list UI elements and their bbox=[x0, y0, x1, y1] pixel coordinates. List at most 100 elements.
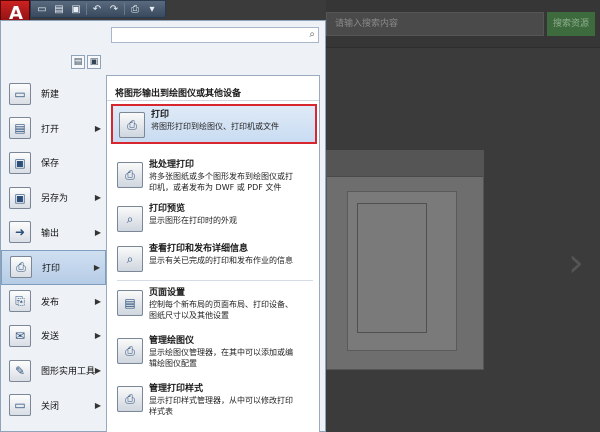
new-drawing-icon: ▭ bbox=[9, 82, 31, 105]
nav-item-2[interactable]: ▣ 保存 bbox=[1, 146, 106, 181]
chevron-down-icon[interactable]: ▾ bbox=[145, 3, 159, 15]
nav-item-9[interactable]: ▭ 关闭 ▶ bbox=[1, 388, 106, 423]
submenu-item-title: 管理绘图仪 bbox=[149, 336, 195, 346]
submenu-item-description: 显示绘图仪管理器，在其中可以添加或编 bbox=[149, 348, 293, 357]
submenu-item-1[interactable]: ⎙ 批处理打印 将多张图纸或多个图形发布到绘图仪或打 印机，或者发布为 DWF 或 P… bbox=[111, 156, 317, 196]
undo-icon[interactable]: ↶ bbox=[90, 3, 104, 15]
application-menu-nav: ▭ 新建 ▤ 打开 ▶ ▣ 保存 ▣ 另存为 ▶ ➜ 输出 ▶ ⎙ 打印 ▶ ⎘ 发布 ▶ ✉ 发送 ▶ ✎ 图形实用工具 ▶ ▭… bbox=[1, 77, 106, 423]
redo-icon[interactable]: ↷ bbox=[107, 3, 121, 15]
chevron-right-icon: ▶ bbox=[94, 331, 101, 341]
submenu-item-0[interactable]: ⎙ 打印 将图形打印到绘图仪、打印机或文件 bbox=[111, 104, 317, 144]
submenu-item-text: 查看打印和发布详细信息 显示有关已完成的打印和发布作业的信息 bbox=[149, 240, 293, 280]
chevron-right-icon: ▶ bbox=[94, 400, 101, 410]
submenu-item-text: 打印将图形打印到绘图仪、打印机或文件 bbox=[151, 106, 279, 142]
submenu-item-description: 将图形打印到绘图仪、打印机或文件 bbox=[151, 122, 279, 131]
nav-item-label: 保存 bbox=[41, 159, 60, 170]
submenu-item-title: 打印预览 bbox=[149, 204, 186, 214]
quick-access-toolbar: ▭ ▤ ▣ ↶ ↷ ⎙ ▾ bbox=[30, 0, 166, 18]
submenu-item-title: 页面设置 bbox=[149, 288, 186, 298]
page-setup-icon: ▤ bbox=[117, 290, 143, 316]
nav-item-8[interactable]: ✎ 图形实用工具 ▶ bbox=[1, 354, 106, 389]
submenu-item-6[interactable]: ⎙ 管理打印样式显示打印样式管理器，从中可以修改打印 样式表 bbox=[111, 380, 317, 420]
submenu-item-2[interactable]: ⌕ 打印预览 显示图形在打印时的外观 bbox=[111, 200, 317, 240]
recent-docs-view-buttons: ▤ ▣ bbox=[71, 55, 101, 69]
submenu-item-4[interactable]: ▤ 页面设置 控制每个新布局的页面布局、打印设备、 图纸尺寸以及其他设置 bbox=[111, 284, 317, 324]
save-as-icon: ▣ bbox=[9, 186, 31, 209]
submenu-item-5[interactable]: ⎙ 管理绘图仪 显示绘图仪管理器，在其中可以添加或编 辑绘图仪配置 bbox=[111, 332, 317, 372]
nav-item-4[interactable]: ➜ 输出 ▶ bbox=[1, 215, 106, 250]
utilities-icon: ✎ bbox=[9, 359, 31, 382]
submenu-item-description: 辑绘图仪配置 bbox=[149, 359, 197, 368]
submenu-item-text: 批处理打印将多张图纸或多个图形发布到绘图仪或打 印机，或者发布为 DWF 或 PD… bbox=[149, 156, 293, 196]
nav-item-label: 发布 bbox=[41, 297, 60, 308]
new-icon[interactable]: ▭ bbox=[35, 3, 49, 15]
plot-details-icon: ⌕ bbox=[117, 246, 143, 272]
background-screenshot-thumbnail bbox=[326, 150, 484, 370]
nav-item-label: 打印 bbox=[42, 263, 61, 274]
menu-search-input[interactable]: ⌕ bbox=[111, 27, 319, 43]
divider bbox=[117, 280, 313, 281]
nav-item-1[interactable]: ▤ 打开 ▶ bbox=[1, 112, 106, 147]
submenu-item-title: 打印 bbox=[151, 110, 170, 120]
plot-icon[interactable]: ⎙ bbox=[128, 3, 142, 15]
plot-style-icon: ⎙ bbox=[117, 386, 143, 412]
chevron-right-icon: ▶ bbox=[94, 123, 101, 133]
submenu-item-description: 显示有关已完成的打印和发布作业的信息 bbox=[149, 256, 293, 265]
printer-icon: ⎙ bbox=[10, 256, 32, 279]
submenu-item-description: 样式表 bbox=[149, 407, 173, 416]
nav-item-label: 图形实用工具 bbox=[41, 367, 96, 378]
plot-preview-icon: ⌕ bbox=[117, 206, 143, 232]
background-search-button[interactable]: 搜索资源 bbox=[547, 12, 595, 36]
submenu-item-description: 将多张图纸或多个图形发布到绘图仪或打 bbox=[149, 172, 293, 181]
nav-item-label: 另存为 bbox=[41, 194, 69, 205]
nav-item-label: 新建 bbox=[41, 90, 60, 101]
nav-item-3[interactable]: ▣ 另存为 ▶ bbox=[1, 181, 106, 216]
submenu-item-title: 批处理打印 bbox=[149, 160, 195, 170]
toolbar-divider bbox=[86, 3, 87, 15]
close-drawing-icon: ▭ bbox=[9, 394, 31, 417]
open-documents-icon[interactable]: ▣ bbox=[87, 55, 101, 69]
nav-item-0[interactable]: ▭ 新建 bbox=[1, 77, 106, 112]
search-icon: ⌕ bbox=[309, 29, 315, 40]
print-submenu-panel: 将图形输出到绘图仪或其他设备 ⎙ 打印 将图形打印到绘图仪、打印机或文件 ⎙ 批处理打印… bbox=[106, 75, 320, 432]
publish-icon: ⎘ bbox=[9, 290, 31, 313]
batch-plot-icon: ⎙ bbox=[117, 162, 143, 188]
toolbar-divider bbox=[124, 3, 125, 15]
submenu-item-text: 打印预览显示图形在打印时的外观 bbox=[149, 200, 237, 240]
next-arrow-icon[interactable]: › bbox=[568, 240, 584, 286]
submenu-item-3[interactable]: ⌕ 查看打印和发布详细信息 显示有关已完成的打印和发布作业的信息 bbox=[111, 240, 317, 280]
submenu-item-description: 图纸尺寸以及其他设置 bbox=[149, 311, 229, 320]
submenu-item-title: 管理打印样式 bbox=[149, 384, 204, 394]
submenu-item-description: 控制每个新布局的页面布局、打印设备、 bbox=[149, 300, 293, 309]
chevron-right-icon: ▶ bbox=[94, 227, 101, 237]
nav-item-label: 打开 bbox=[41, 124, 60, 135]
save-icon[interactable]: ▣ bbox=[69, 3, 83, 15]
save-disk-icon: ▣ bbox=[9, 151, 31, 174]
chevron-right-icon: ▶ bbox=[94, 296, 101, 306]
printer-icon: ⎙ bbox=[119, 112, 145, 138]
plotter-manager-icon: ⎙ bbox=[117, 338, 143, 364]
recent-documents-icon[interactable]: ▤ bbox=[71, 55, 85, 69]
nav-item-label: 关闭 bbox=[41, 401, 60, 412]
submenu-title: 将图形输出到绘图仪或其他设备 bbox=[115, 89, 242, 99]
submenu-item-text: 页面设置控制每个新布局的页面布局、打印设备、 图纸尺寸以及其他设置 bbox=[149, 284, 293, 324]
divider bbox=[107, 100, 319, 101]
nav-item-5[interactable]: ⎙ 打印 ▶ bbox=[1, 249, 106, 285]
application-menu: ⌕ ▤ ▣ ▭ 新建 ▤ 打开 ▶ ▣ 保存 ▣ 另存为 ▶ ➜ 输出 ▶ ⎙ 打印 ▶ ⎘ 发布 ▶ ✉ 发送 ▶ ✎ 图形… bbox=[0, 20, 326, 432]
nav-item-label: 发送 bbox=[41, 332, 60, 343]
submenu-item-text: 管理绘图仪显示绘图仪管理器，在其中可以添加或编 辑绘图仪配置 bbox=[149, 332, 293, 372]
chevron-right-icon: ▶ bbox=[93, 262, 100, 272]
open-folder-icon: ▤ bbox=[9, 117, 31, 140]
background-search-input[interactable]: 请输入搜索内容 bbox=[326, 12, 544, 36]
send-icon: ✉ bbox=[9, 324, 31, 347]
nav-item-6[interactable]: ⎘ 发布 ▶ bbox=[1, 285, 106, 320]
thumbnail-toolbar bbox=[327, 151, 483, 177]
submenu-item-description: 印机，或者发布为 DWF 或 PDF 文件 bbox=[149, 183, 282, 192]
open-icon[interactable]: ▤ bbox=[52, 3, 66, 15]
submenu-item-description: 显示打印样式管理器，从中可以修改打印 bbox=[149, 396, 293, 405]
thumbnail-drawing-grid bbox=[357, 203, 427, 333]
chevron-right-icon: ▶ bbox=[94, 366, 101, 376]
submenu-item-description: 显示图形在打印时的外观 bbox=[149, 216, 237, 225]
nav-item-label: 输出 bbox=[41, 228, 60, 239]
nav-item-7[interactable]: ✉ 发送 ▶ bbox=[1, 319, 106, 354]
